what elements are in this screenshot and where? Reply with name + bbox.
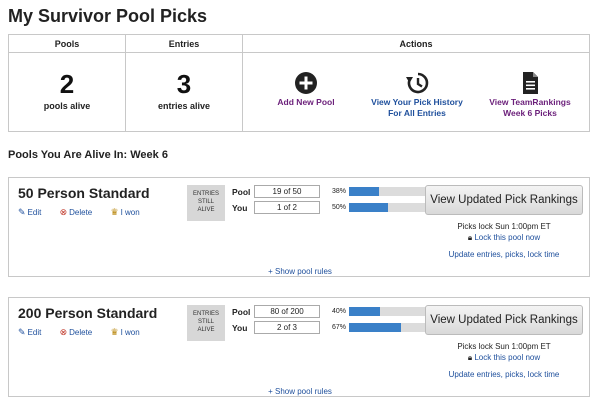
you-alive-pct: 67%: [332, 324, 347, 331]
edit-link[interactable]: ✎ Edit: [18, 207, 49, 217]
badge-line: STILL: [197, 199, 214, 205]
delete-icon: ⊗: [59, 207, 68, 217]
you-row-label: You: [232, 323, 248, 333]
trophy-icon: ♛: [110, 207, 119, 217]
you-alive-bar-fill: [349, 203, 388, 212]
entries-column-header: Entries: [126, 35, 242, 53]
you-alive-bar: [349, 323, 427, 332]
pools-count: 2: [59, 69, 75, 99]
section-title: Pools You Are Alive In: Week 6: [8, 149, 168, 161]
show-pool-rules-label[interactable]: Show pool rules: [275, 387, 332, 396]
pool-card: 200 Person Standard ✎ Edit ⊗ Delete ♛ I won…: [8, 297, 590, 397]
delete-label[interactable]: Delete: [69, 328, 92, 337]
edit-label[interactable]: Edit: [28, 328, 42, 337]
i-won-link[interactable]: ♛ I won: [110, 327, 147, 337]
you-alive-bar: [349, 203, 427, 212]
entries-still-alive-badge: ENTRIES STILL ALIVE: [187, 185, 225, 221]
pick-history-action[interactable]: View Your Pick History For All Entries: [357, 71, 477, 119]
teamrankings-picks-action[interactable]: View TeamRankings Week 6 Picks: [470, 71, 590, 119]
pool-row-label: Pool: [232, 307, 251, 317]
history-icon[interactable]: [405, 71, 429, 95]
page-title: My Survivor Pool Picks: [8, 6, 208, 26]
pool-name: 50 Person Standard: [18, 185, 150, 201]
summary-panel: Pools Entries Actions 2 pools alive 3 en…: [8, 34, 590, 132]
pool-alive-bar: [349, 307, 427, 316]
badge-line: ENTRIES: [192, 191, 219, 197]
pool-alive-pct: 38%: [332, 188, 347, 195]
pool-alive-count: 19 of 50: [254, 185, 320, 198]
lock-icon: 🔒︎: [467, 353, 473, 362]
you-alive-count: 2 of 3: [254, 321, 320, 334]
pool-actions: ✎ Edit ⊗ Delete ♛ I won: [18, 207, 156, 218]
badge-line: ALIVE: [197, 327, 215, 333]
lock-time: Picks lock Sun 1:00pm ET: [457, 342, 551, 351]
show-pool-rules-label[interactable]: Show pool rules: [275, 267, 332, 276]
add-new-pool-action[interactable]: Add New Pool: [246, 71, 366, 108]
pencil-icon: ✎: [18, 327, 26, 337]
update-entries-link[interactable]: Update entries, picks, lock time: [425, 370, 583, 379]
pool-card: 50 Person Standard ✎ Edit ⊗ Delete ♛ I won …: [8, 177, 590, 277]
edit-link[interactable]: ✎ Edit: [18, 327, 49, 337]
show-pool-rules-link[interactable]: + Show pool rules: [9, 387, 591, 396]
lock-icon: 🔒︎: [467, 233, 473, 242]
lock-time: Picks lock Sun 1:00pm ET: [457, 222, 551, 231]
document-icon[interactable]: [518, 71, 542, 95]
trophy-icon: ♛: [110, 327, 119, 337]
pool-name: 200 Person Standard: [18, 305, 158, 321]
entries-count: 3: [176, 69, 192, 99]
badge-line: ENTRIES: [192, 311, 219, 317]
update-entries-link[interactable]: Update entries, picks, lock time: [425, 250, 583, 259]
actions-column-header: Actions: [243, 35, 589, 53]
entries-alive-label: entries alive: [157, 101, 211, 111]
you-alive-bar-fill: [349, 323, 402, 332]
plus-icon: +: [268, 387, 273, 396]
show-pool-rules-link[interactable]: + Show pool rules: [9, 267, 591, 276]
edit-label[interactable]: Edit: [28, 208, 42, 217]
teamrankings-link-line1[interactable]: View TeamRankings: [470, 97, 590, 108]
divider: [242, 35, 243, 131]
plus-icon: +: [268, 267, 273, 276]
add-new-pool-link[interactable]: Add New Pool: [246, 97, 366, 108]
you-row-label: You: [232, 203, 248, 213]
delete-link[interactable]: ⊗ Delete: [59, 207, 101, 217]
pools-alive-label: pools alive: [43, 101, 91, 111]
entries-still-alive-badge: ENTRIES STILL ALIVE: [187, 305, 225, 341]
pool-alive-bar-fill: [349, 187, 379, 196]
lock-pool-label[interactable]: Lock this pool now: [474, 233, 540, 242]
you-alive-pct: 50%: [332, 204, 347, 211]
delete-label[interactable]: Delete: [69, 208, 92, 217]
you-alive-count: 1 of 2: [254, 201, 320, 214]
view-pick-rankings-button[interactable]: View Updated Pick Rankings: [425, 185, 583, 215]
pools-column-header: Pools: [9, 35, 125, 53]
pool-alive-bar-fill: [349, 307, 381, 316]
pool-alive-pct: 40%: [332, 308, 347, 315]
pencil-icon: ✎: [18, 207, 26, 217]
pool-alive-count: 80 of 200: [254, 305, 320, 318]
pick-history-link-line1[interactable]: View Your Pick History: [357, 97, 477, 108]
badge-line: ALIVE: [197, 207, 215, 213]
pool-alive-bar: [349, 187, 427, 196]
i-won-link[interactable]: ♛ I won: [110, 207, 147, 217]
lock-pool-link[interactable]: 🔒︎ Lock this pool now: [425, 353, 583, 363]
view-pick-rankings-button[interactable]: View Updated Pick Rankings: [425, 305, 583, 335]
i-won-label[interactable]: I won: [121, 208, 140, 217]
i-won-label[interactable]: I won: [121, 328, 140, 337]
pool-actions: ✎ Edit ⊗ Delete ♛ I won: [18, 327, 156, 338]
teamrankings-link-line2[interactable]: Week 6 Picks: [470, 108, 590, 119]
pick-history-link-line2[interactable]: For All Entries: [357, 108, 477, 119]
pool-row-label: Pool: [232, 187, 251, 197]
delete-link[interactable]: ⊗ Delete: [59, 327, 101, 337]
badge-line: STILL: [197, 319, 214, 325]
lock-pool-link[interactable]: 🔒︎ Lock this pool now: [425, 233, 583, 243]
plus-circle-icon[interactable]: [294, 71, 318, 95]
lock-pool-label[interactable]: Lock this pool now: [474, 353, 540, 362]
delete-icon: ⊗: [59, 327, 68, 337]
